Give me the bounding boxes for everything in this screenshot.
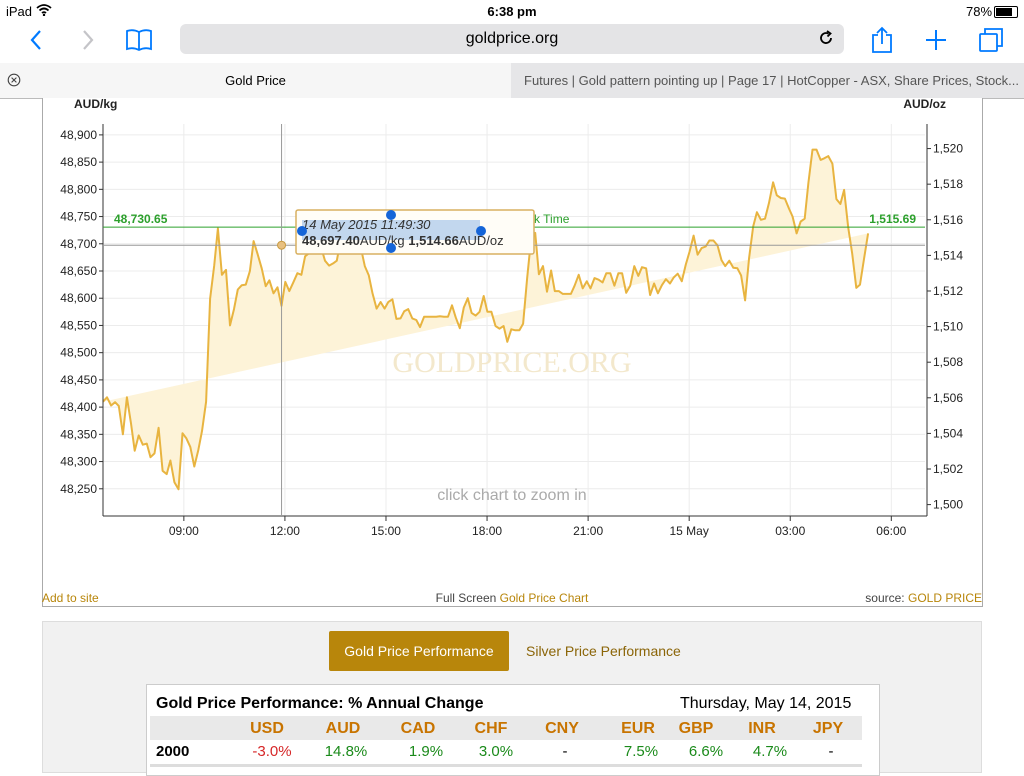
right-tick-label: 1,514 (933, 248, 963, 262)
right-tick-label: 1,512 (933, 284, 963, 298)
tooltip-date: 14 May 2015 11:49:30 (302, 217, 431, 232)
value-cell-jpy: - (828, 743, 834, 760)
left-tick-label: 48,750 (60, 210, 97, 224)
right-tick-label: 1,516 (933, 213, 963, 227)
full-screen-label: Full Screen (435, 591, 497, 605)
right-tick-label: 1,518 (933, 177, 963, 191)
full-screen-link: Full Screen Gold Price Chart (42, 591, 982, 605)
value-cell-usd: -3.0% (252, 743, 292, 760)
value-cell-chf: 3.0% (478, 743, 514, 760)
column-header-cad: CAD (400, 720, 436, 737)
column-header-usd: USD (250, 720, 284, 737)
column-header-chf: CHF (474, 720, 508, 737)
x-tick-label: 03:00 (775, 524, 805, 538)
row-divider (150, 764, 862, 767)
tooltip-aud-kg: 48,697.40 (302, 233, 360, 248)
right-tick-label: 1,504 (933, 426, 963, 440)
x-tick-label: 15:00 (371, 524, 401, 538)
right-tick-label: 1,502 (933, 462, 963, 476)
x-tick-label: 15 May (670, 524, 709, 538)
right-axis-title: AUD/oz (903, 97, 946, 111)
x-tick-label: 12:00 (270, 524, 300, 538)
left-tick-label: 48,550 (60, 318, 97, 332)
selection-handle[interactable] (476, 226, 486, 236)
left-tick-label: 48,500 (60, 346, 97, 360)
chart-footer: Add to site Full Screen Gold Price Chart… (42, 590, 982, 606)
tooltip-values: 48,697.40AUD/kg 1,514.66AUD/oz (302, 233, 504, 248)
left-tick-label: 48,650 (60, 264, 97, 278)
value-cell-cny: - (562, 743, 568, 760)
source-credit: source: GOLD PRICE (865, 591, 982, 605)
left-tick-label: 48,600 (60, 291, 97, 305)
tooltip-aud-oz: 1,514.66 (408, 233, 459, 248)
column-header-eur: EUR (621, 720, 655, 737)
gold-price-chart-link[interactable]: Gold Price Chart (500, 591, 589, 605)
column-header-cny: CNY (545, 720, 579, 737)
left-tick-label: 48,400 (60, 400, 97, 414)
x-tick-label: 06:00 (876, 524, 906, 538)
column-header-gbp: GBP (678, 720, 714, 737)
zoom-hint: click chart to zoom in (437, 487, 586, 504)
source-link[interactable]: GOLD PRICE (908, 591, 982, 605)
column-header-inr: INR (748, 720, 776, 737)
left-tick-label: 48,450 (60, 373, 97, 387)
right-tick-label: 1,508 (933, 355, 963, 369)
right-tick-label: 1,510 (933, 320, 963, 334)
left-tick-label: 48,900 (60, 128, 97, 142)
performance-table-date: Thursday, May 14, 2015 (680, 695, 852, 712)
selection-handle[interactable] (297, 226, 307, 236)
crosshair-point (277, 240, 287, 250)
source-label: source: (865, 591, 905, 605)
performance-table-title: Gold Price Performance: % Annual Change (156, 695, 484, 712)
right-tick-label: 1,500 (933, 498, 963, 512)
chart-watermark: GOLDPRICE.ORG (392, 346, 631, 379)
left-tick-label: 48,350 (60, 427, 97, 441)
tab-silver-price-performance[interactable]: Silver Price Performance (526, 643, 681, 659)
value-cell-cad: 1.9% (408, 743, 444, 760)
x-tick-label: 21:00 (573, 524, 603, 538)
tab-gold-price-performance[interactable]: Gold Price Performance (329, 631, 509, 671)
right-tick-label: 1,520 (933, 142, 963, 156)
left-axis-title: AUD/kg (74, 97, 117, 111)
year-cell: 2000 (156, 743, 190, 760)
tooltip-aud-kg-unit: AUD/kg (360, 233, 408, 248)
level-right-label: 1,515.69 (869, 212, 916, 226)
x-tick-label: 09:00 (169, 524, 199, 538)
value-cell-aud: 14.8% (324, 743, 368, 760)
left-tick-label: 48,850 (60, 155, 97, 169)
left-tick-label: 48,300 (60, 455, 97, 469)
left-tick-label: 48,700 (60, 237, 97, 251)
price-area-fill (103, 149, 869, 490)
right-tick-label: 1,506 (933, 391, 963, 405)
selection-handle[interactable] (386, 243, 396, 253)
left-tick-label: 48,800 (60, 182, 97, 196)
left-tick-label: 48,250 (60, 482, 97, 496)
x-tick-label: 18:00 (472, 524, 502, 538)
column-header-aud: AUD (325, 720, 361, 737)
column-header-jpy: JPY (812, 720, 844, 737)
level-left-label: 48,730.65 (114, 212, 168, 226)
selection-handle[interactable] (386, 210, 396, 220)
